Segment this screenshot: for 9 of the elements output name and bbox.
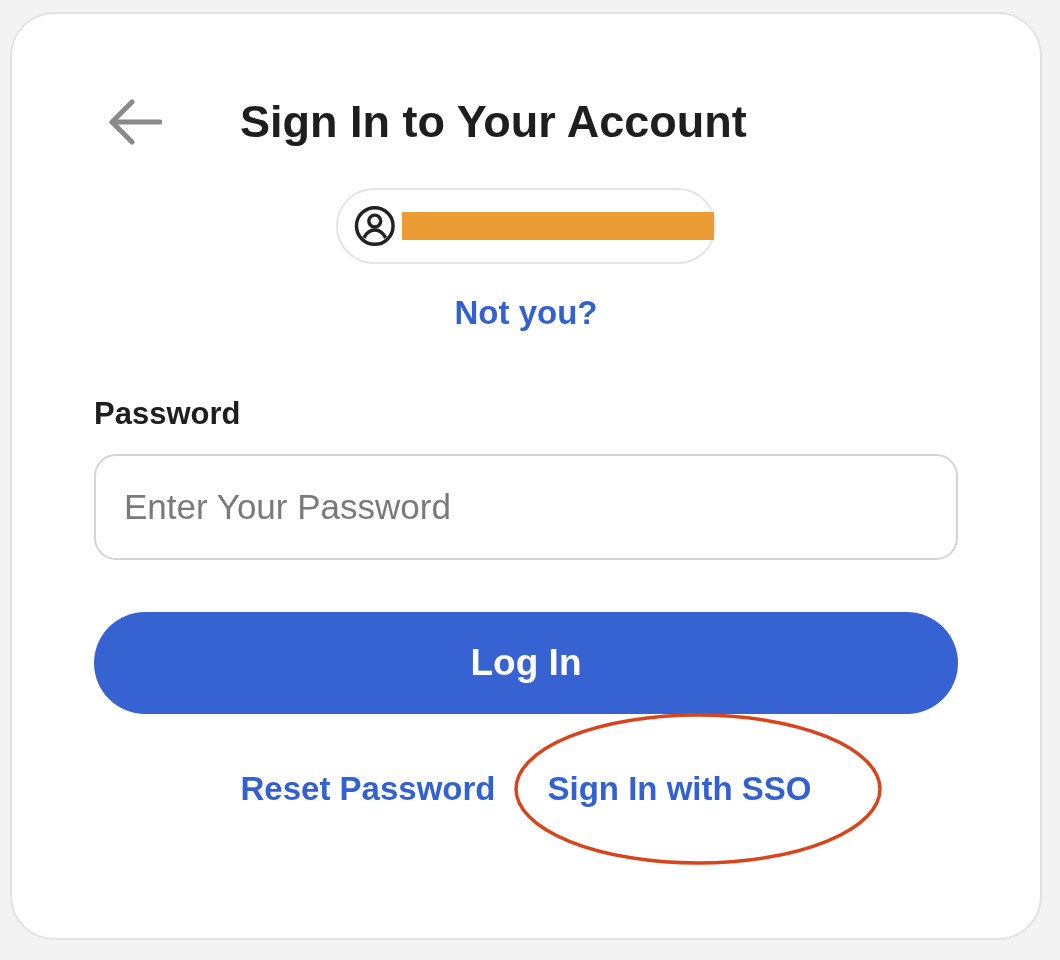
text-link[interactable]: Reset Password — [240, 770, 496, 807]
page-title: Sign In to Your Account — [240, 96, 747, 148]
not-you-link[interactable]: Not you? — [454, 294, 598, 332]
back-arrow-icon[interactable] — [108, 99, 162, 145]
password-field[interactable]: Enter Your Password — [94, 454, 958, 560]
password-label: Password — [94, 396, 241, 432]
user-icon — [354, 205, 396, 247]
login-button[interactable]: Log In — [94, 612, 958, 714]
text-link[interactable]: Sign In with SSO — [547, 770, 812, 807]
